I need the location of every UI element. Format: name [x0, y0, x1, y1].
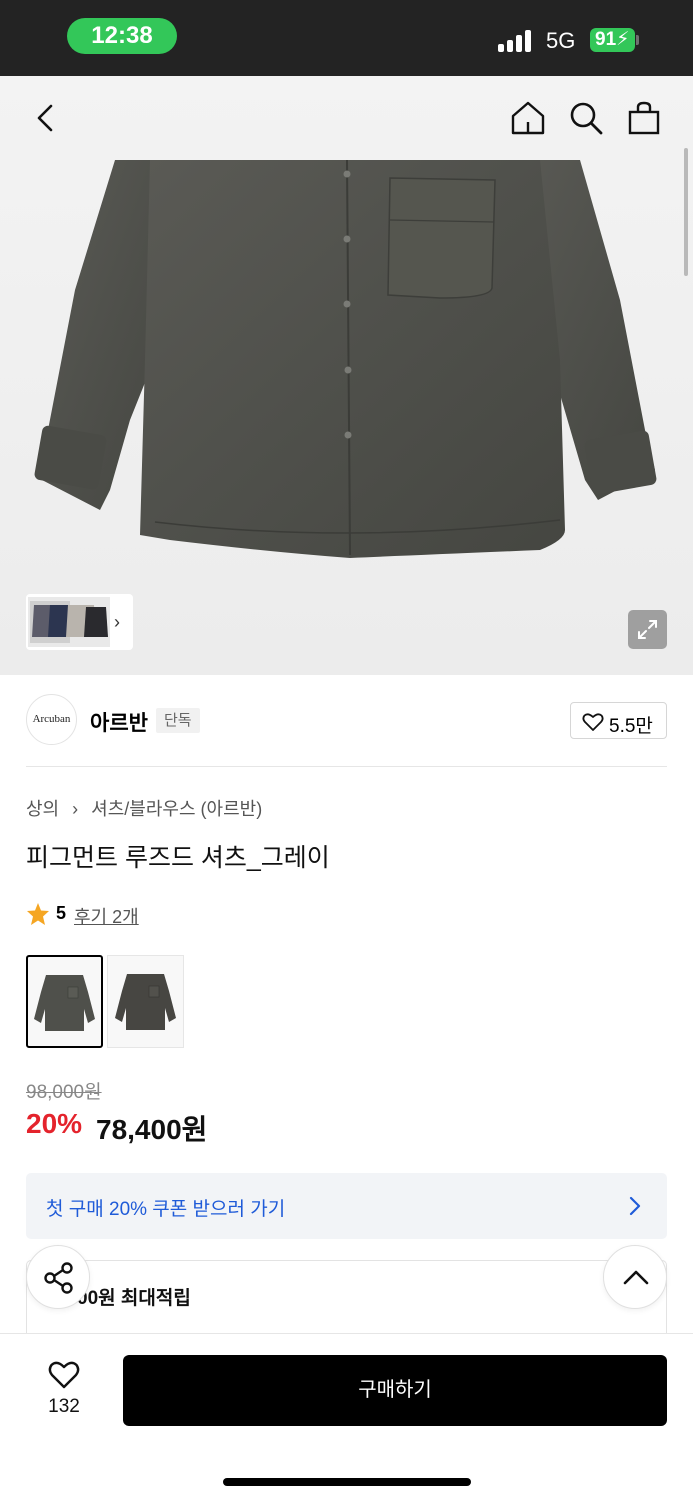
network-label: 5G — [546, 28, 576, 53]
color-option-image — [115, 974, 176, 1030]
share-icon — [44, 1262, 73, 1294]
color-option-gray[interactable] — [26, 955, 103, 1048]
expand-button[interactable] — [628, 610, 667, 649]
product-title: 피그먼트 루즈드 셔츠_그레이 — [26, 844, 330, 872]
star-icon — [27, 903, 49, 925]
home-icon[interactable] — [508, 98, 548, 138]
wishlist-button[interactable]: 132 — [30, 1356, 98, 1426]
battery-icon: 91⚡ — [590, 28, 635, 52]
status-bar: 12:38 5G 91⚡ — [0, 0, 693, 76]
bottom-action-bar: 132 구매하기 — [0, 1333, 693, 1500]
brand-name[interactable]: 아르반 — [90, 707, 148, 737]
color-option-charcoal[interactable] — [107, 955, 184, 1048]
exclusive-badge: 단독 — [156, 708, 200, 733]
brand-row: Arcuban 아르반 단독 5.5만 — [0, 675, 693, 767]
product-image-gallery[interactable]: › — [0, 76, 693, 675]
breadcrumb-category[interactable]: 상의 — [26, 799, 59, 819]
buy-button[interactable]: 구매하기 — [123, 1355, 667, 1426]
wishlist-count: 132 — [48, 1396, 80, 1417]
coupon-text: 첫 구매 20% 쿠폰 받으러 가기 — [46, 1199, 286, 1220]
divider — [26, 766, 667, 767]
brand-like-count: 5.5만 — [609, 716, 653, 737]
original-price: 98,000원 — [26, 1082, 102, 1103]
expand-icon — [638, 620, 657, 639]
scroll-to-top-button[interactable] — [603, 1245, 667, 1309]
chevron-up-icon — [623, 1270, 649, 1285]
breadcrumb: 상의 › 셔츠/블라우스 (아르반) — [26, 795, 262, 821]
breadcrumb-subcategory[interactable]: 셔츠/블라우스 (아르반) — [91, 799, 262, 819]
coupon-banner[interactable]: 첫 구매 20% 쿠폰 받으러 가기 — [26, 1173, 667, 1239]
back-icon[interactable] — [26, 98, 66, 138]
review-link[interactable]: 후기 2개 — [74, 903, 139, 929]
brand-logo[interactable]: Arcuban — [26, 694, 77, 745]
final-price: 78,400원 — [96, 1114, 208, 1145]
home-indicator — [223, 1478, 471, 1486]
rating-score: 5 — [56, 903, 67, 923]
points-box[interactable]: 00원 최대적립 — [26, 1260, 667, 1340]
share-button[interactable] — [26, 1245, 90, 1309]
heart-icon — [582, 713, 604, 731]
status-time: 12:38 — [67, 18, 177, 54]
battery-tip — [636, 35, 639, 45]
chevron-right-icon — [629, 1196, 641, 1216]
points-text: 00원 최대적립 — [77, 1288, 191, 1309]
heart-icon — [48, 1361, 80, 1389]
brand-like-button[interactable]: 5.5만 — [570, 702, 667, 739]
scroll-indicator — [684, 148, 688, 276]
color-option-image — [34, 975, 95, 1031]
product-photo — [34, 160, 657, 558]
chevron-right-icon: › — [114, 612, 120, 632]
shopping-bag-icon[interactable] — [624, 98, 664, 138]
color-thumbnail-strip[interactable]: › — [26, 594, 133, 650]
search-icon[interactable] — [566, 98, 606, 138]
chevron-right-icon: › — [72, 799, 79, 819]
signal-icon — [498, 28, 536, 52]
battery-level: 91 — [595, 29, 617, 50]
thumbnail-preview — [28, 597, 110, 647]
discount-rate: 20% — [26, 1108, 83, 1139]
